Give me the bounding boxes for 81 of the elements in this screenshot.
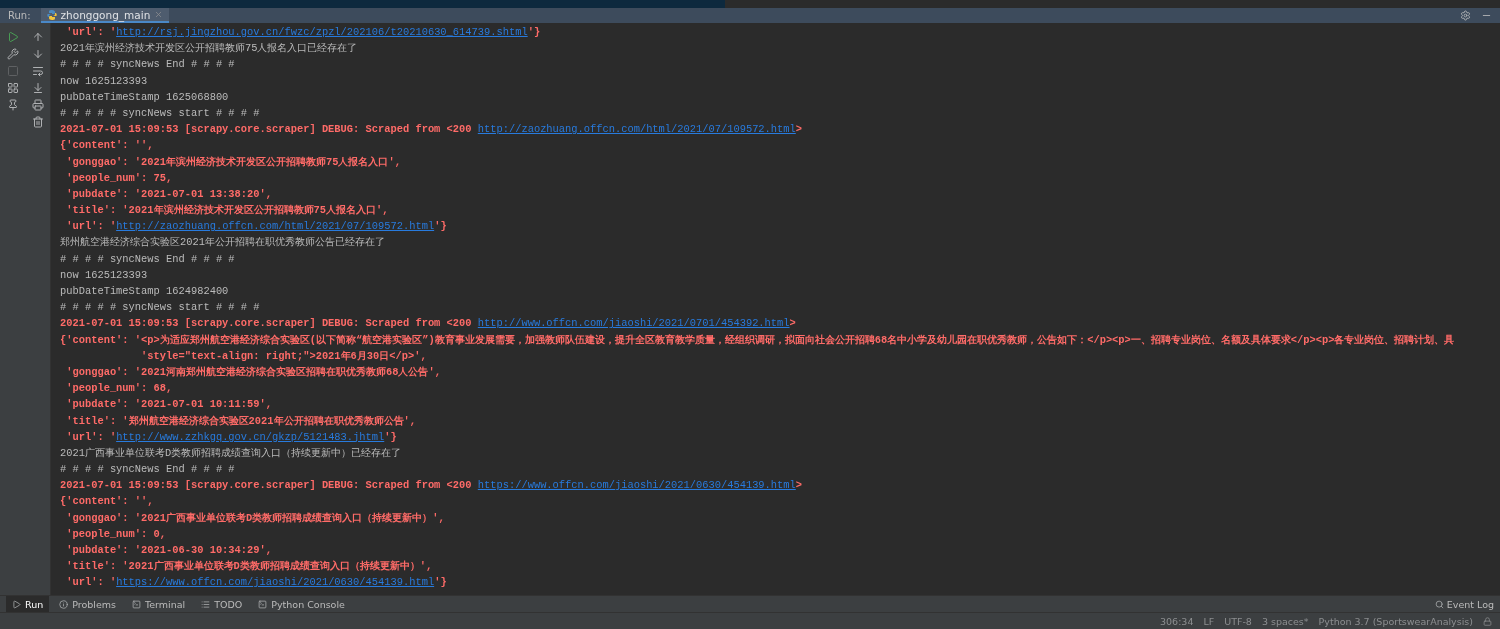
event-log-button[interactable]: Event Log (1434, 598, 1494, 610)
output-text: 郑州航空港经济综合实验区2021年公开招聘在职优秀教师公告已经存在了 (60, 236, 385, 249)
error-output-text: 'url': ' (65, 576, 117, 589)
error-output-text: 'people_num': 75, (65, 171, 173, 184)
soft-wrap-icon[interactable] (31, 65, 44, 77)
error-output-text: 'gonggao': '2021广西事业单位联考D类教师招聘成绩查询入口（持续更新中）', (65, 511, 445, 524)
error-output-text: > (795, 479, 803, 492)
output-text: now 1625123393 (60, 74, 148, 87)
wrench-icon[interactable] (6, 48, 19, 60)
trash-icon[interactable] (31, 116, 44, 128)
play-icon (12, 599, 21, 609)
lock-icon[interactable] (1483, 616, 1492, 626)
tool-window-tab[interactable]: Terminal (126, 596, 192, 612)
status-item[interactable]: Python 3.7 (SportswearAnalysis) (1318, 615, 1473, 627)
error-output-text: {'content': '', (60, 495, 154, 508)
console-link[interactable]: https://www.offcn.com/jiaoshi/2021/0630/454139.html (116, 576, 435, 589)
console-link[interactable]: https://www.offcn.com/jiaoshi/2021/0630/454139.html (477, 479, 796, 492)
play-icon[interactable] (6, 31, 19, 43)
error-output-text: 'title': '2021年滨州经济技术开发区公开招聘教师75人报名入口', (65, 204, 389, 217)
output-text: 2021广西事业单位联考D类教师招聘成绩查询入口（持续更新中）已经存在了 (60, 446, 402, 459)
error-output-text: 'people_num': 68, (65, 382, 173, 395)
python-icon (46, 9, 57, 20)
error-output-text: > (789, 317, 796, 330)
output-text: # # # # syncNews End # # # # (60, 58, 235, 71)
tool-window-tab[interactable]: Problems (53, 596, 122, 612)
output-text: pubDateTimeStamp 1625068800 (60, 90, 229, 103)
search-icon[interactable] (1434, 599, 1444, 609)
print-icon[interactable] (31, 99, 44, 111)
error-output-text: 'url': ' (65, 220, 117, 233)
pin-icon[interactable] (6, 99, 19, 111)
status-item[interactable]: UTF-8 (1224, 615, 1252, 627)
error-output-text: 'title': '郑州航空港经济综合实验区2021年公开招聘在职优秀教师公告', (65, 414, 416, 427)
error-output-text: 2021-07-01 15:09:53 [scrapy.core.scraper] DEBUG: Scraped from <200 (60, 479, 473, 492)
output-text: # # # # # syncNews start # # # # (60, 106, 260, 119)
console-link[interactable]: http://www.offcn.com/jiaoshi/2021/0701/454392.html (477, 317, 790, 330)
error-output-text: {'content': '', (60, 139, 154, 152)
output-text: # # # # syncNews End # # # # (60, 252, 235, 265)
output-text: # # # # syncNews End # # # # (60, 463, 235, 476)
console-link[interactable]: http://www.zzhkgq.gov.cn/gkzp/5121483.jhtml (116, 430, 385, 443)
output-text: # # # # # syncNews start # # # # (60, 301, 260, 314)
info-icon (59, 599, 69, 609)
status-item[interactable]: LF (1203, 615, 1215, 627)
up-arrow-icon[interactable] (31, 31, 44, 43)
error-output-text: {'content': '<p>为适应郑州航空港经济综合实验区(以下简称“航空港实验区”)教育事业发展需要，加强教师队伍建设，提升全区教育教学质量，经组织调研，拟面向社会公开招聘68名中小学及幼儿园在职优秀教师，公告如下：</p><p>一、招聘专业岗位、名额及具体要求</p><p>各专业岗位、招聘计划、具 (60, 333, 1455, 346)
terminal-icon (132, 599, 141, 609)
tool-window-tab[interactable]: TODO (195, 596, 249, 612)
error-output-text: 'title': '2021广西事业单位联考D类教师招聘成绩查询入口（持续更新中）', (65, 560, 433, 573)
console-link[interactable]: http://zaozhuang.offcn.com/html/2021/07/109572.html (477, 123, 796, 136)
error-output-text: '} (434, 220, 447, 233)
status-item[interactable]: 306:34 (1160, 615, 1194, 627)
error-output-text: 'url': ' (65, 26, 117, 38)
error-output-text: 'url': ' (65, 430, 117, 443)
tool-window-tab[interactable]: Python Console (252, 596, 351, 612)
console-icon (258, 599, 268, 609)
error-output-text: 'style="text-align: right;">2021年6月30日</p>', (140, 349, 427, 362)
error-output-text: 2021-07-01 15:09:53 [scrapy.core.scraper] DEBUG: Scraped from <200 (60, 123, 473, 136)
error-output-text: 'gonggao': '2021年滨州经济技术开发区公开招聘教师75人报名入口', (65, 155, 401, 168)
error-output-text: 'gonggao': '2021河南郑州航空港经济综合实验区招聘在职优秀教师68人公告', (65, 365, 441, 378)
output-text: 2021年滨州经济技术开发区公开招聘教师75人报名入口已经存在了 (60, 42, 358, 55)
error-output-text: > (795, 123, 803, 136)
output-text: pubDateTimeStamp 1624982400 (60, 285, 229, 297)
error-output-text: '} (434, 576, 447, 589)
run-config-tab[interactable]: zhonggong_main (40, 8, 170, 23)
run-label: Run: (8, 10, 31, 21)
output-text: now 1625123393 (60, 268, 148, 281)
error-output-text: 'people_num': 0, (65, 527, 166, 540)
error-output-text: '} (384, 430, 397, 443)
error-output-text: 2021-07-01 15:09:53 [scrapy.core.scraper] DEBUG: Scraped from <200 (60, 317, 473, 330)
scroll-to-end-icon[interactable] (31, 82, 44, 94)
tool-window-tab[interactable]: Run (6, 596, 50, 612)
console-link[interactable]: http://zaozhuang.offcn.com/html/2021/07/109572.html (116, 220, 435, 233)
status-item[interactable]: 3 spaces* (1261, 615, 1309, 627)
down-arrow-icon[interactable] (31, 48, 44, 60)
error-output-text: 'pubdate': '2021-07-01 13:38:20', (65, 187, 272, 200)
console-link[interactable]: http://rsj.jingzhou.gov.cn/fwzc/zpzl/202106/t20210630_614739.shtml (116, 26, 528, 38)
error-output-text: '} (527, 26, 541, 38)
error-output-text: 'pubdate': '2021-06-30 10:34:29', (65, 544, 272, 556)
layout-icon[interactable] (6, 82, 19, 94)
settings-icon[interactable] (1460, 10, 1471, 21)
error-output-text: 'pubdate': '2021-07-01 10:11:59', (65, 398, 272, 411)
list-icon (201, 599, 211, 609)
